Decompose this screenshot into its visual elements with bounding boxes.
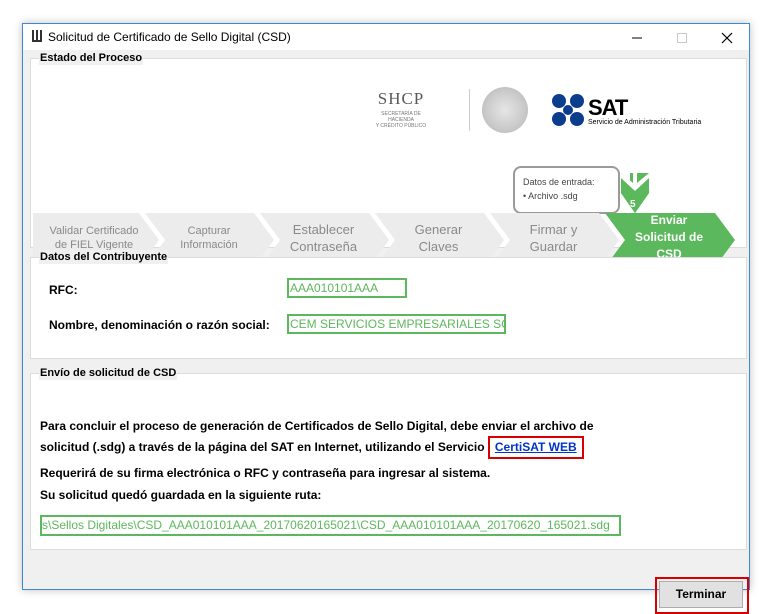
step-1: Validar Certificado de FIEL Vigente: [49, 225, 139, 251]
rfc-field[interactable]: AAA010101AAA: [287, 278, 407, 298]
current-step-number: 5: [630, 199, 636, 210]
name-label: Nombre, denominación o razón social:: [49, 318, 270, 332]
maximize-icon: [676, 32, 687, 43]
input-data-title: Datos de entrada:: [523, 177, 595, 187]
app-window: Solicitud de Certificado de Sello Digita…: [22, 23, 750, 614]
shcp-subtitle: SECRETARÍA DE HACIENDA Y CRÉDITO PÚBLICO: [375, 111, 427, 129]
sat-subtitle: Servicio de Administración Tributaria: [588, 119, 702, 126]
window-content: Estado del Proceso SHCP SECRETARÍA DE HA…: [23, 50, 749, 614]
logo-divider: [469, 89, 470, 131]
taxpayer-group: Datos del Contribuyente RFC: AAA010101AA…: [30, 250, 747, 359]
send-legend: Envío de solicitud de CSD: [39, 366, 178, 380]
taxpayer-legend: Datos del Contribuyente: [39, 250, 169, 264]
minimize-button[interactable]: [614, 24, 659, 50]
step-2: Capturar Información: [180, 225, 238, 251]
input-data-file: • Archivo .sdg: [523, 191, 578, 201]
step-3: Establecer Contraseña: [289, 222, 358, 254]
certisat-link-highlight: CertiSAT WEB: [487, 436, 584, 459]
process-legend: Estado del Proceso: [39, 51, 144, 65]
national-seal-icon: [482, 87, 528, 133]
close-icon: [721, 32, 732, 43]
close-button[interactable]: [704, 24, 749, 50]
window-title: Solicitud de Certificado de Sello Digita…: [48, 30, 291, 44]
step-5: Firmar y Guardar: [529, 222, 578, 254]
saved-path-field[interactable]: s\Sellos Digitales\CSD_AAA010101AAA_2017…: [40, 515, 621, 536]
rfc-label: RFC:: [49, 283, 78, 297]
step-4: Generar Claves: [414, 222, 463, 254]
finish-button-highlight: Terminar: [655, 577, 749, 614]
signature-note: Requerirá de su firma electrónica o RFC …: [40, 466, 491, 480]
send-instructions-line1: Para concluir el proceso de generación d…: [40, 419, 594, 433]
name-field[interactable]: CEM SERVICIOS EMPRESARIALES SC: [287, 314, 506, 334]
process-group: Estado del Proceso SHCP SECRETARÍA DE HA…: [30, 51, 747, 267]
maximize-button[interactable]: [659, 24, 704, 50]
shcp-logo: SHCP SECRETARÍA DE HACIENDA Y CRÉDITO PÚ…: [371, 89, 471, 129]
minimize-icon: [631, 37, 642, 39]
send-instructions-line2: solicitud (.sdg) a través de la página d…: [40, 440, 485, 454]
app-icon: [32, 30, 42, 42]
input-data-callout: Datos de entrada: • Archivo .sdg: [513, 166, 620, 214]
step-6-active: Enviar Solicitud de CSD: [634, 213, 703, 261]
finish-button[interactable]: Terminar: [659, 581, 743, 608]
sat-logo-icon: [552, 94, 584, 126]
send-instructions: Para concluir el proceso de generación d…: [40, 417, 594, 459]
shcp-title: SHCP: [377, 89, 425, 108]
title-bar[interactable]: Solicitud de Certificado de Sello Digita…: [23, 24, 749, 50]
sat-title: SAT: [588, 95, 628, 120]
saved-path-label: Su solicitud quedó guardada en la siguie…: [40, 488, 322, 502]
certisat-web-link[interactable]: CertiSAT WEB: [495, 440, 577, 454]
